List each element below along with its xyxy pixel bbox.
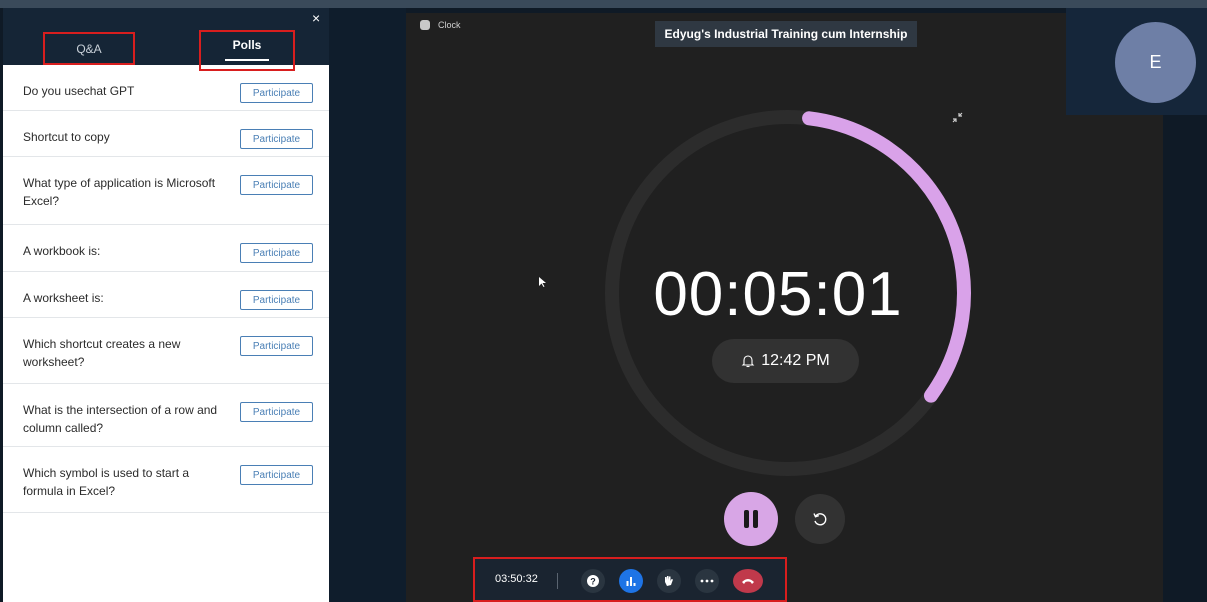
poll-question: A worksheet is: — [23, 291, 104, 305]
clock-app-name: Clock — [438, 20, 461, 30]
help-button[interactable]: ? — [581, 569, 605, 593]
meeting-title: Edyug's Industrial Training cum Internsh… — [655, 21, 917, 47]
alarm-time-badge: 12:42 PM — [712, 339, 859, 383]
reset-icon — [813, 513, 827, 526]
reactions-button[interactable] — [657, 569, 681, 593]
call-toolbar: 03:50:32 ? — [473, 557, 787, 602]
clock-app-title: Clock — [420, 20, 461, 30]
svg-text:?: ? — [590, 577, 596, 587]
stage-gutter — [329, 8, 406, 602]
more-button[interactable] — [695, 569, 719, 593]
poll-question: Which symbol is used to start a formula … — [23, 466, 190, 498]
poll-item: Which symbol is used to start a formula … — [3, 447, 329, 513]
avatar-initial: E — [1149, 52, 1162, 72]
polls-button[interactable] — [619, 569, 643, 593]
timer-remaining: 00:05:01 — [653, 260, 903, 329]
mouse-cursor-icon — [539, 277, 546, 287]
bar-chart-icon — [626, 577, 636, 586]
tab-qa[interactable]: Q&A — [43, 32, 135, 65]
avatar[interactable]: E — [1115, 22, 1196, 103]
participate-button[interactable]: Participate — [240, 290, 313, 310]
app-window: Q&A Polls × Do you usechat GPT Participa… — [0, 0, 1207, 602]
question-icon: ? — [587, 575, 599, 587]
poll-item: A worksheet is: Participate — [3, 272, 329, 318]
poll-item: A workbook is: Participate — [3, 225, 329, 272]
participate-button[interactable]: Participate — [240, 336, 313, 356]
tab-qa-label: Q&A — [76, 41, 102, 56]
pause-icon — [744, 510, 749, 528]
bell-icon — [741, 355, 755, 368]
toolbar-divider — [557, 573, 558, 589]
poll-question: A workbook is: — [23, 244, 101, 258]
active-tab-underline — [225, 59, 269, 61]
call-elapsed-time: 03:50:32 — [495, 573, 538, 585]
poll-item: What is the intersection of a row and co… — [3, 384, 329, 447]
pause-button[interactable] — [724, 492, 778, 546]
participate-button[interactable]: Participate — [240, 83, 313, 103]
alarm-time-text: 12:42 PM — [761, 352, 830, 369]
poll-question: Do you usechat GPT — [23, 84, 135, 98]
participate-button[interactable]: Participate — [240, 129, 313, 149]
poll-item: Do you usechat GPT Participate — [3, 65, 329, 111]
poll-item: Which shortcut creates a new worksheet? … — [3, 318, 329, 384]
poll-question: What type of application is Microsoft Ex… — [23, 176, 216, 208]
poll-question: Shortcut to copy — [23, 130, 110, 144]
close-panel-icon[interactable]: × — [312, 11, 320, 25]
poll-question: Which shortcut creates a new worksheet? — [23, 337, 181, 369]
hand-raise-icon — [665, 576, 673, 586]
meeting-title-text: Edyug's Industrial Training cum Internsh… — [664, 27, 908, 41]
polls-side-panel: Q&A Polls × Do you usechat GPT Participa… — [3, 8, 329, 602]
pause-icon-bar — [753, 510, 758, 528]
participate-button[interactable]: Participate — [240, 402, 313, 422]
tab-polls-label: Polls — [232, 37, 262, 52]
more-icon — [700, 579, 714, 583]
poll-item: What type of application is Microsoft Ex… — [3, 157, 329, 225]
participate-button[interactable]: Participate — [240, 175, 313, 195]
reset-button[interactable] — [795, 494, 845, 544]
leave-call-button[interactable] — [733, 569, 763, 593]
participate-button[interactable]: Participate — [240, 243, 313, 263]
end-call-icon — [742, 579, 754, 584]
participate-button[interactable]: Participate — [240, 465, 313, 485]
clock-app-icon — [420, 20, 430, 30]
poll-question: What is the intersection of a row and co… — [23, 403, 218, 435]
window-top-bar — [0, 0, 1207, 8]
poll-list: Do you usechat GPT Participate Shortcut … — [3, 65, 329, 513]
poll-item: Shortcut to copy Participate — [3, 111, 329, 157]
side-panel-header: Q&A Polls × — [3, 8, 329, 71]
